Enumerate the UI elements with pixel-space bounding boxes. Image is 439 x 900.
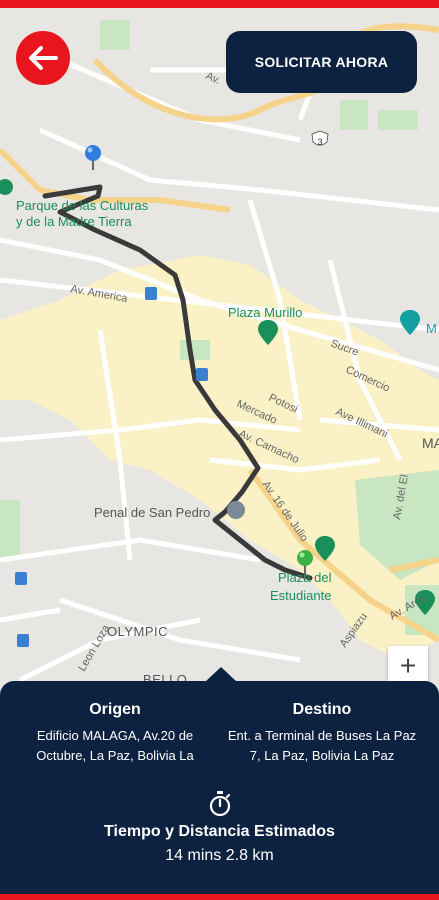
park-label: Parque de las Culturas	[16, 198, 149, 213]
park-area	[0, 500, 20, 560]
arrow-left-icon	[29, 46, 58, 70]
park-area	[340, 100, 368, 130]
end-pin-icon[interactable]	[297, 550, 313, 566]
bus-stop-icon	[17, 634, 29, 647]
bus-stop-icon	[196, 368, 208, 381]
park-area	[378, 110, 418, 130]
plaza-estudiante-label-line2: Estudiante	[270, 588, 331, 603]
zoom-in-button[interactable]: +	[388, 646, 428, 686]
origin-section: Origen Edificio MALAGA, Av.20 de Octubre…	[15, 701, 215, 766]
estimate-title: Tiempo y Distancia Estimados	[104, 823, 335, 840]
origin-title: Origen	[89, 701, 141, 718]
plaza-estudiante-label: Plaza del	[278, 570, 332, 585]
bus-stop-icon	[15, 572, 27, 585]
panel-pointer	[205, 667, 237, 682]
request-now-button[interactable]: SOLICITAR AHORA	[226, 31, 417, 93]
bottom-frame-bar	[0, 894, 439, 900]
olympic-label: OLYMPIC	[107, 624, 168, 639]
map-edge-label: M	[426, 321, 437, 336]
destination-address: Ent. a Terminal de Buses La Paz 7, La Pa…	[227, 728, 417, 763]
stopwatch-icon	[209, 791, 231, 817]
top-frame-bar	[0, 0, 439, 8]
park-area	[180, 340, 210, 360]
plaza-murillo-label: Plaza Murillo	[228, 305, 302, 320]
destination-title: Destino	[292, 701, 352, 718]
destination-section: Destino Ent. a Terminal de Buses La Paz …	[222, 701, 422, 766]
back-button[interactable]	[16, 31, 70, 85]
trip-summary-panel: Origen Edificio MALAGA, Av.20 de Octubre…	[0, 667, 439, 894]
route-3-label: 3	[317, 137, 322, 147]
penal-label: Penal de San Pedro	[94, 505, 210, 520]
estimate-value: 14 mins 2.8 km	[165, 847, 274, 864]
park-area	[100, 20, 130, 50]
bus-stop-icon	[145, 287, 157, 300]
map-edge-label: MA	[422, 435, 439, 451]
park-label-line2: y de la Madre Tierra	[16, 214, 132, 229]
prison-poi-icon	[227, 501, 245, 519]
origin-address: Edificio MALAGA, Av.20 de Octubre, La Pa…	[36, 728, 194, 763]
start-pin-icon[interactable]	[85, 145, 101, 161]
